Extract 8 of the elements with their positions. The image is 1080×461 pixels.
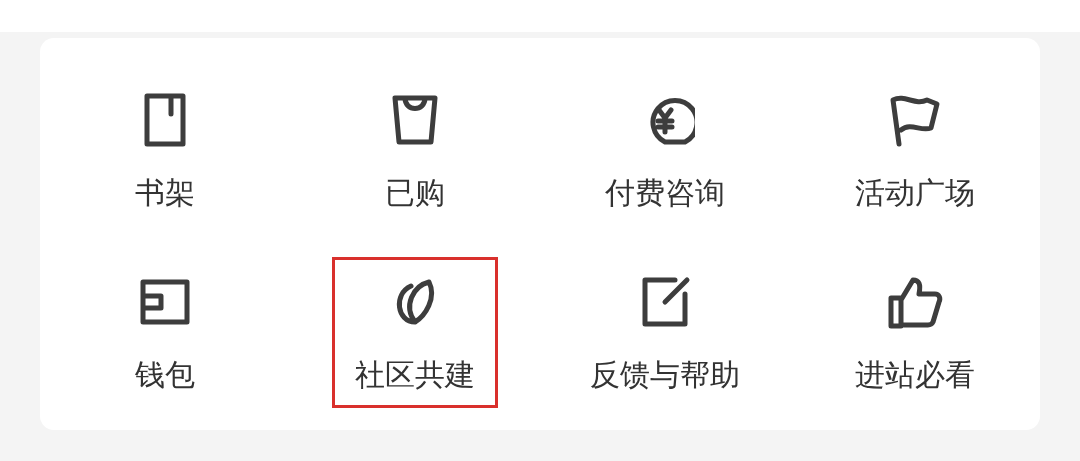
menu-item[interactable]: 钱包 <box>112 257 218 408</box>
menu-item[interactable]: 反馈与帮助 <box>567 257 763 408</box>
menu-item[interactable]: 已购 <box>362 75 468 226</box>
menu-item[interactable]: 活动广场 <box>832 75 998 226</box>
menu-item[interactable]: 进站必看 <box>832 257 998 408</box>
menu-item[interactable]: 付费咨询 <box>582 75 748 226</box>
menu-item[interactable]: 社区共建 <box>332 257 498 408</box>
menu-item[interactable]: 书架 <box>112 75 218 226</box>
